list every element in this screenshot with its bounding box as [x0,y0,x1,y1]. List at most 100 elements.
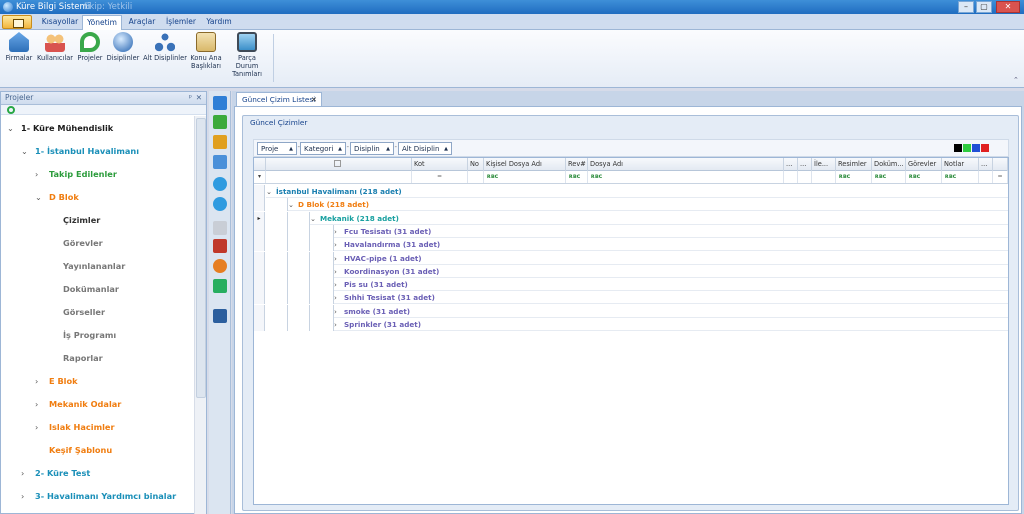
application-menu-button[interactable] [2,15,32,29]
tree-item[interactable]: ⌄ 1- İstanbul Havalimanı [21,143,139,159]
filter-cell-notlar[interactable]: ʀʙᴄ [942,171,979,183]
tab-yardim[interactable]: Yardım [202,15,236,30]
tree-item[interactable]: Görseller [49,304,105,320]
color-swatch[interactable] [963,144,971,152]
tab-yonetim[interactable]: Yönetim [82,15,122,30]
tree-item[interactable]: › Mekanik Odalar [35,396,121,412]
export-icon[interactable] [213,279,227,293]
header-select-cell[interactable] [266,158,412,171]
external-link-icon[interactable] [213,309,227,323]
tab-araclar[interactable]: Araçlar [124,15,160,30]
tree-item[interactable]: Dokümanlar [49,281,119,297]
column-header-notlar[interactable]: Notlar [942,158,979,171]
tree-item[interactable]: ⌄ D Blok [35,189,79,205]
tree-expand-icon[interactable]: › [21,465,35,481]
group-row[interactable]: › Havalandırma (31 adet) [334,238,1008,252]
row-indicator[interactable] [254,198,265,212]
filter-cell-dosya[interactable]: ʀʙᴄ [588,171,784,183]
filter-cell-d2[interactable] [798,171,812,183]
filter-proje-button[interactable]: Proje ▲ [257,142,297,155]
refresh-icon[interactable] [7,106,15,114]
tree-item[interactable]: › E Blok [35,373,78,389]
add-plus-icon[interactable] [213,115,227,129]
refresh-arrows-icon[interactable] [213,96,227,110]
group-row[interactable]: › Fcu Tesisatı (31 adet) [334,225,1008,238]
group-expand-icon[interactable]: › [334,252,344,264]
filter-cell-kot[interactable]: ═ [412,171,468,183]
tab-kisayollar[interactable]: Kısayollar [40,15,80,30]
ribbon-collapse-icon[interactable]: ⌃ [1013,76,1019,84]
tree-item[interactable]: Yayınlananlar [49,258,125,274]
tab-islemler[interactable]: İşlemler [162,15,200,30]
tree-item[interactable]: › 3- Havalimanı Yardımcı binalar [21,488,176,504]
select-all-checkbox[interactable] [334,160,341,167]
scrollbar-thumb[interactable] [196,118,206,398]
column-header-gorevler[interactable]: Görevler [906,158,942,171]
firmalar-button[interactable]: Firmalar [4,32,34,80]
tree-expand-icon[interactable]: › [21,488,35,504]
color-swatch[interactable] [954,144,962,152]
alt-disiplinler-button[interactable]: Alt Disiplinler [142,32,188,80]
filter-cell-dokum[interactable]: ʀʙᴄ [872,171,906,183]
group-row[interactable]: › Sıhhi Tesisat (31 adet) [334,291,1008,305]
group-expand-icon[interactable]: › [334,318,344,330]
group-expand-icon[interactable]: ⌄ [310,212,320,224]
column-header-d2[interactable]: ... [798,158,812,171]
blank-doc-icon[interactable] [213,221,227,235]
stamp-icon[interactable] [213,239,227,253]
column-header-resimler[interactable]: Resimler [836,158,872,171]
tree-scrollbar[interactable] [194,116,206,514]
disiplinler-button[interactable]: Disiplinler [106,32,140,80]
group-expand-icon[interactable]: › [334,225,344,237]
minimize-button[interactable]: – [958,1,974,13]
filter-cell-gorevler[interactable]: ʀʙᴄ [906,171,942,183]
group-row[interactable]: ⌄ İstanbul Havalimanı (218 adet) [266,185,1008,198]
tree-item[interactable]: ⌄ 1- Küre Mühendislik [7,120,113,136]
column-header-d3[interactable]: ... [979,158,993,171]
group-expand-icon[interactable]: › [334,305,344,317]
tree-item[interactable]: › 2- Küre Test [21,465,90,481]
move-down-icon[interactable] [213,197,227,211]
filter-cell-ile[interactable] [812,171,836,183]
group-expand-icon[interactable]: ⌄ [266,185,276,197]
column-header-d1[interactable]: ... [784,158,798,171]
filter-disiplin-button[interactable]: Disiplin ▲ [350,142,394,155]
tree-item[interactable]: Raporlar [49,350,103,366]
column-header-kisisel[interactable]: Kişisel Dosya Adı [484,158,566,171]
column-header-ile[interactable]: İle... [812,158,836,171]
tree-item[interactable]: › Takip Edilenler [35,166,117,182]
cycle-icon[interactable] [213,259,227,273]
tree-expand-icon[interactable]: › [35,166,49,182]
row-indicator[interactable] [254,224,265,238]
group-expand-icon[interactable]: › [334,291,344,303]
group-expand-icon[interactable]: ⌄ [288,198,298,210]
tree-item[interactable]: İş Programı [49,327,116,343]
group-row[interactable]: › Pis su (31 adet) [334,278,1008,292]
tree-item[interactable]: Çizimler [49,212,100,228]
color-swatch[interactable] [972,144,980,152]
filter-cell-d1[interactable] [784,171,798,183]
filter-kategori-button[interactable]: Kategori ▲ [300,142,346,155]
close-tab-icon[interactable]: ✕ [311,93,317,106]
tree-expand-icon[interactable]: ⌄ [7,120,21,136]
group-row[interactable]: ⌄ Mekanik (218 adet) [310,212,1008,225]
edit-pencil-icon[interactable] [213,135,227,149]
tree-expand-icon[interactable]: › [35,373,49,389]
filter-cell-d3[interactable] [979,171,993,183]
group-row[interactable]: › HVAC-pipe (1 adet) [334,252,1008,265]
tree-expand-icon[interactable]: › [35,396,49,412]
group-row[interactable]: › Koordinasyon (31 adet) [334,265,1008,278]
row-indicator[interactable] [254,264,265,278]
row-indicator[interactable]: ▸ [254,211,265,225]
color-swatch[interactable] [981,144,989,152]
group-row[interactable]: ⌄ D Blok (218 adet) [288,198,1008,212]
move-up-icon[interactable] [213,177,227,191]
filter-cell-last[interactable]: ═ [993,171,1008,183]
row-indicator[interactable] [254,304,265,318]
group-expand-icon[interactable]: › [334,238,344,250]
projeler-button[interactable]: Projeler [76,32,104,80]
filter-alt-disiplin-button[interactable]: Alt Disiplin ▲ [398,142,452,155]
filter-cell-resimler[interactable]: ʀʙᴄ [836,171,872,183]
parca-durum-tanimlari-button[interactable]: Parça Durum Tanımları [226,32,268,80]
filter-cell-no[interactable] [468,171,484,183]
